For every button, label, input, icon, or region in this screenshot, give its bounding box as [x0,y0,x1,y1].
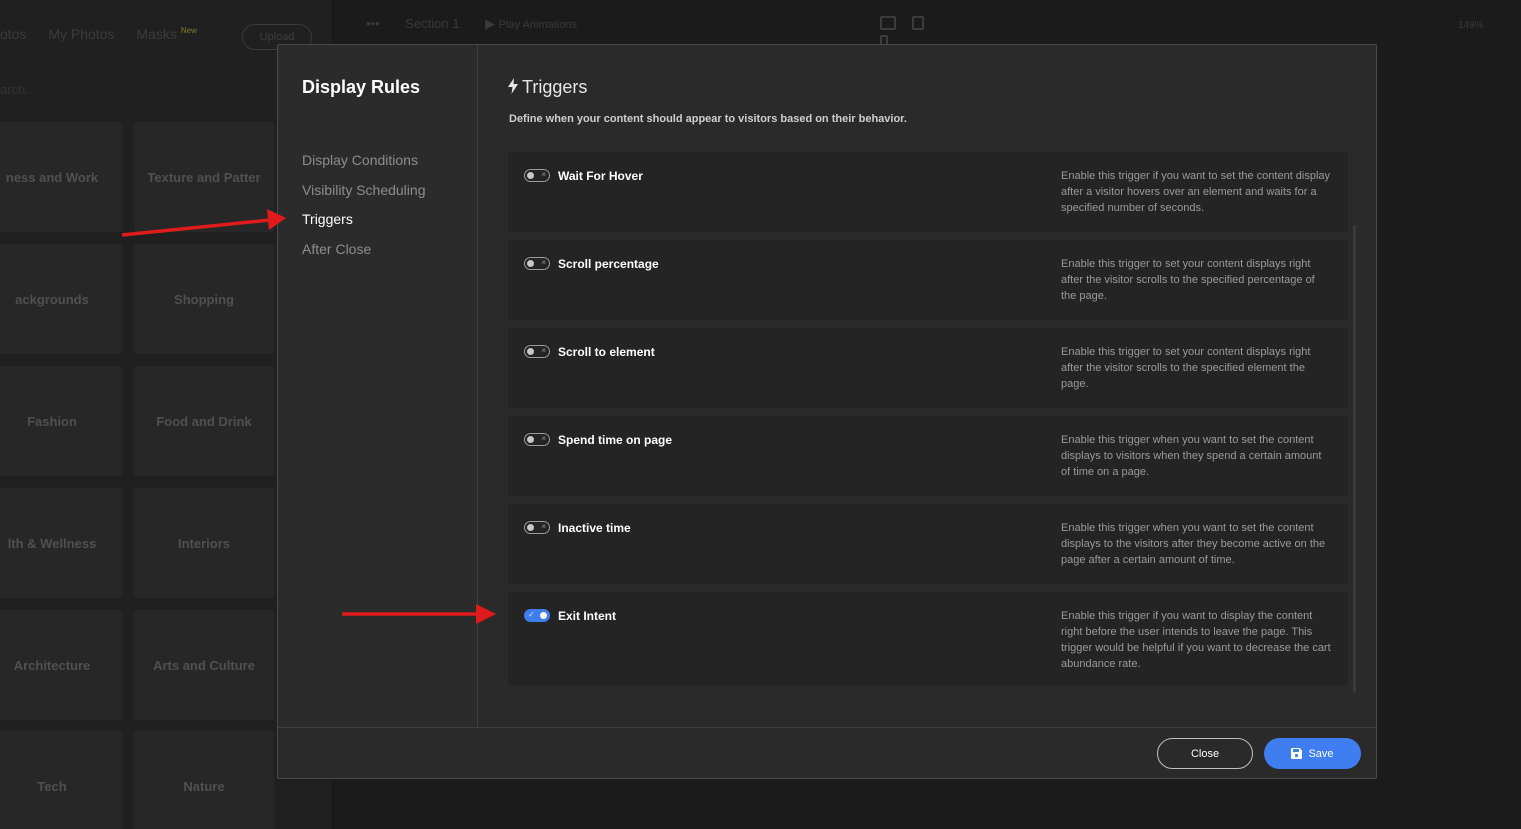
category-tile: ness and Work [0,122,122,232]
modal-footer: Close Save [278,727,1376,778]
category-tile: Shopping [134,244,274,354]
trigger-description: Enable this trigger if you want to set t… [1061,170,1331,214]
toggle-switch[interactable]: × [524,169,550,182]
trigger-label: Scroll percentage [558,257,659,271]
save-label: Save [1308,747,1334,760]
section-label: Section 1 [405,16,460,31]
trigger-description: Enable this trigger when you want to set… [1061,434,1322,478]
play-animations: ▶ Play Animations [485,16,577,31]
section-description: Define when your content should appear t… [509,113,907,125]
desktop-icon [880,16,896,30]
category-tile: Tech [0,731,122,829]
lightning-icon [508,78,518,99]
background-toolbar: ••• Section 1 ▶ Play Animations [366,16,599,32]
trigger-row-scroll-percentage: × Scroll percentage Enable this trigger … [508,240,1348,320]
search-input: arch... [0,82,37,97]
zoom-level: 149% [1458,20,1484,31]
background-tab: Masks [136,26,177,42]
nav-after-close[interactable]: After Close [302,240,425,270]
new-badge: New [180,26,197,35]
trigger-row-scroll-to-element: × Scroll to element Enable this trigger … [508,328,1348,408]
trigger-description: Enable this trigger when you want to set… [1061,522,1326,566]
category-tile: Fashion [0,366,122,476]
toggle-switch[interactable]: × [524,433,550,446]
trigger-row-wait-for-hover: × Wait For Hover Enable this trigger if … [508,152,1348,232]
trigger-label: Exit Intent [558,609,617,623]
annotation-arrow-exit-intent [342,604,496,624]
category-tile: lth & Wellness [0,488,122,598]
category-tile: Nature [134,731,274,829]
trigger-label: Wait For Hover [558,169,643,183]
trigger-row-exit-intent: ✓ Exit Intent Enable this trigger if you… [508,592,1348,686]
background-tab: otos [0,26,27,42]
trigger-description: Enable this trigger to set your content … [1061,258,1315,302]
nav-visibility-scheduling[interactable]: Visibility Scheduling [302,181,425,211]
toggle-switch[interactable]: × [524,257,550,270]
nav-triggers[interactable]: Triggers [302,210,425,240]
section-title: Triggers [508,77,587,99]
trigger-label: Scroll to element [558,345,655,359]
tablet-icon [912,16,925,30]
trigger-row-inactive-time: × Inactive time Enable this trigger when… [508,504,1348,584]
category-tile: ackgrounds [0,244,122,354]
section-title-text: Triggers [522,77,588,97]
nav-display-conditions[interactable]: Display Conditions [302,151,425,181]
modal-nav: Display Conditions Visibility Scheduling… [302,151,425,269]
toggle-switch[interactable]: × [524,521,550,534]
scrollbar[interactable] [1353,225,1356,693]
category-tile: Food and Drink [134,366,274,476]
category-tile: Architecture [0,610,122,720]
more-icon: ••• [366,16,380,31]
display-rules-modal: Display Rules Display Conditions Visibil… [277,44,1377,779]
close-button[interactable]: Close [1157,738,1253,769]
toggle-switch[interactable]: × [524,345,550,358]
category-tile: Arts and Culture [134,610,274,720]
save-button[interactable]: Save [1264,738,1361,769]
save-icon [1291,747,1303,759]
trigger-row-spend-time: × Spend time on page Enable this trigger… [508,416,1348,496]
annotation-arrow-triggers [121,209,286,237]
category-tile: Interiors [134,488,274,598]
triggers-panel: Triggers Define when your content should… [479,45,1376,727]
device-switcher [880,16,960,49]
modal-title: Display Rules [302,77,421,97]
trigger-description: Enable this trigger to set your content … [1061,346,1311,390]
toggle-switch-on[interactable]: ✓ [524,609,550,622]
trigger-label: Inactive time [558,521,631,535]
trigger-description: Enable this trigger if you want to displ… [1061,610,1331,670]
background-tabs: otos My Photos Masks New [0,26,215,42]
trigger-list: × Wait For Hover Enable this trigger if … [508,152,1348,694]
trigger-label: Spend time on page [558,433,673,447]
background-tab: My Photos [48,26,115,42]
